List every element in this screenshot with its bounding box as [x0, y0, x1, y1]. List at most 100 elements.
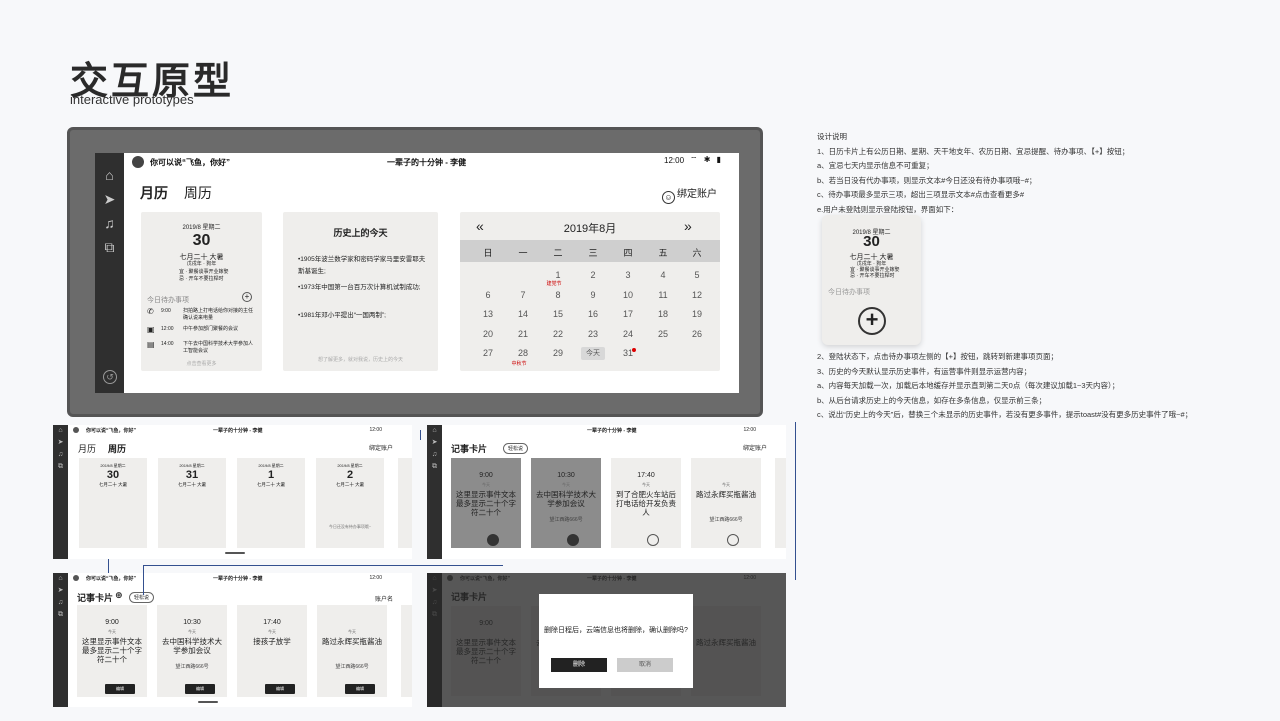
calendar-day[interactable]: 5 [682, 270, 712, 280]
next-month-button[interactable]: » [684, 218, 692, 234]
edit-button[interactable]: 编辑 [185, 684, 215, 694]
week-day-card[interactable]: 2019/8 星期二 30 七月二十 大暑 [79, 458, 147, 548]
select-checkbox[interactable] [567, 534, 579, 546]
calendar-day[interactable]: 2 [578, 270, 608, 280]
select-checkbox[interactable] [647, 534, 659, 546]
bind-account-button[interactable]: 绑定账户 [369, 443, 393, 452]
login-add-button[interactable]: + [858, 307, 886, 335]
navigation-icon[interactable]: ➤ [427, 437, 442, 449]
week-card-lunar: 七月二十 大暑 [177, 482, 207, 487]
note-card-today: 今天 [348, 629, 356, 634]
week-day-card[interactable]: 2019/8 星期二 31 七月二十 大暑 [158, 458, 226, 548]
select-checkbox[interactable] [727, 534, 739, 546]
calendar-row: 12345 [460, 270, 720, 288]
calendar-day[interactable]: 1 [543, 270, 573, 280]
calendar-day[interactable]: 20 [473, 329, 503, 339]
note-cards-title: 记事卡片 [451, 444, 488, 454]
tab-week[interactable]: 周历 [184, 185, 212, 201]
apps-icon[interactable]: ⧉ [427, 461, 442, 473]
calendar-day[interactable]: 8 [543, 290, 573, 300]
calendar-day[interactable]: 14 [508, 309, 538, 319]
navigation-icon[interactable]: ➤ [53, 437, 68, 449]
voice-tag[interactable]: 轻松说 [503, 443, 529, 454]
navigation-icon[interactable]: ➤ [95, 187, 124, 211]
note-card[interactable]: 10:30 今天 去中国科学技术大学参加会议 望江西路666号 编辑 [157, 605, 227, 697]
cancel-button[interactable]: 取消 [617, 658, 673, 672]
calendar-day[interactable]: 9 [578, 290, 608, 300]
note-card-today: 今天 [108, 629, 116, 634]
music-icon[interactable]: ♫ [427, 449, 442, 461]
calendar-day[interactable]: 12 [682, 290, 712, 300]
note-card[interactable]: 今天 路过永辉买瓶酱油 望江西路666号 编辑 [317, 605, 387, 697]
select-checkbox[interactable] [487, 534, 499, 546]
note-card[interactable]: 17:40 今天 接孩子放学 编辑 [237, 605, 307, 697]
navigation-icon[interactable]: ➤ [53, 585, 68, 597]
edit-button[interactable]: 编辑 [265, 684, 295, 694]
calendar-day[interactable]: 31 [613, 348, 643, 358]
calendar-day[interactable]: 19 [682, 309, 712, 319]
music-icon[interactable]: ♫ [95, 211, 124, 235]
note-card[interactable]: 17:40 今天 到了合肥火车站后打电话给开发负责人 [611, 458, 681, 548]
week-day-card[interactable]: 2019/8 星期二 2 七月二十 大暑 今日还没有待办事项哦~ [316, 458, 384, 548]
calendar-day[interactable]: 24 [613, 329, 643, 339]
flow-arrow [795, 422, 796, 580]
back-icon[interactable]: ↺ [103, 370, 117, 384]
note-card-body: 到了合肥火车站后打电话给开发负责人 [616, 490, 676, 517]
account-name[interactable]: 账户名 [375, 594, 393, 603]
note-card[interactable]: 9:00 今天 这里显示事件文本最多显示二十个字符二十个 [451, 458, 521, 548]
notes-heading: 设计说明 [817, 132, 847, 141]
calendar-day[interactable]: 18 [648, 309, 678, 319]
calendar-day[interactable]: 11 [648, 290, 678, 300]
tab-week[interactable]: 周历 [108, 442, 126, 455]
home-icon[interactable]: ⌂ [95, 163, 124, 187]
calendar-day[interactable]: 26 [682, 329, 712, 339]
weekday-label: 六 [692, 248, 702, 258]
today-cell[interactable]: 今天 [581, 347, 605, 360]
calendar-day[interactable]: 23 [578, 329, 608, 339]
bind-account-button[interactable]: 绑定账户 [743, 443, 767, 452]
calendar-day[interactable]: 3 [613, 270, 643, 280]
scroll-indicator [225, 552, 245, 554]
calendar-day[interactable]: 6 [473, 290, 503, 300]
apps-icon[interactable]: ⧉ [53, 461, 68, 473]
calendar-day[interactable]: 27 [473, 348, 503, 358]
home-icon[interactable]: ⌂ [53, 425, 68, 437]
voice-tag[interactable]: 轻松说 [129, 592, 155, 603]
calendar-day[interactable]: 29 [543, 348, 573, 358]
apps-icon[interactable]: ⧉ [95, 235, 124, 259]
note-card[interactable]: 9:00 今天 这里显示事件文本最多显示二十个字符二十个 编辑 [77, 605, 147, 697]
week-card-day: 2 [346, 469, 354, 481]
notes-line: 2、登陆状态下，点击待办事项左侧的【+】按钮，跳转到新建事项页面； [817, 352, 1059, 361]
music-icon[interactable]: ♫ [53, 449, 68, 461]
note-card[interactable]: 10:30 今天 去中国科学技术大学参加会议 望江西路666号 [531, 458, 601, 548]
calendar-day[interactable]: 25 [648, 329, 678, 339]
add-todo-button[interactable]: + [242, 292, 252, 302]
calendar-day[interactable]: 21 [508, 329, 538, 339]
add-note-icon[interactable]: ⊕ [115, 590, 123, 601]
view-more-link[interactable]: 点击查看更多 [141, 360, 262, 367]
calendar-day[interactable]: 22 [543, 329, 573, 339]
home-icon[interactable]: ⌂ [427, 425, 442, 437]
tab-month[interactable]: 月历 [78, 442, 96, 455]
calendar-day[interactable]: 17 [613, 309, 643, 319]
calendar-day[interactable]: 4 [648, 270, 678, 280]
apps-icon[interactable]: ⧉ [53, 609, 68, 621]
calendar-day[interactable]: 28 [508, 348, 538, 358]
note-card-partial [401, 605, 412, 697]
delete-button[interactable]: 删除 [551, 658, 607, 672]
calendar-day[interactable]: 13 [473, 309, 503, 319]
tab-month[interactable]: 月历 [140, 185, 168, 201]
now-playing[interactable]: 一辈子的十分钟 - 李健 [387, 157, 466, 168]
calendar-day[interactable]: 7 [508, 290, 538, 300]
music-icon[interactable]: ♫ [53, 597, 68, 609]
note-card[interactable]: 今天 路过永辉买瓶酱油 望江西路666号 [691, 458, 761, 548]
edit-button[interactable]: 编辑 [345, 684, 375, 694]
home-icon[interactable]: ⌂ [53, 573, 68, 585]
calendar-day[interactable]: 10 [613, 290, 643, 300]
bind-account-button[interactable]: ☺ 绑定账户 [662, 185, 717, 204]
avatar[interactable] [132, 156, 144, 168]
calendar-day[interactable]: 16 [578, 309, 608, 319]
week-day-card[interactable]: 2019/8 星期二 1 七月二十 大暑 [237, 458, 305, 548]
calendar-day[interactable]: 15 [543, 309, 573, 319]
edit-button[interactable]: 编辑 [105, 684, 135, 694]
